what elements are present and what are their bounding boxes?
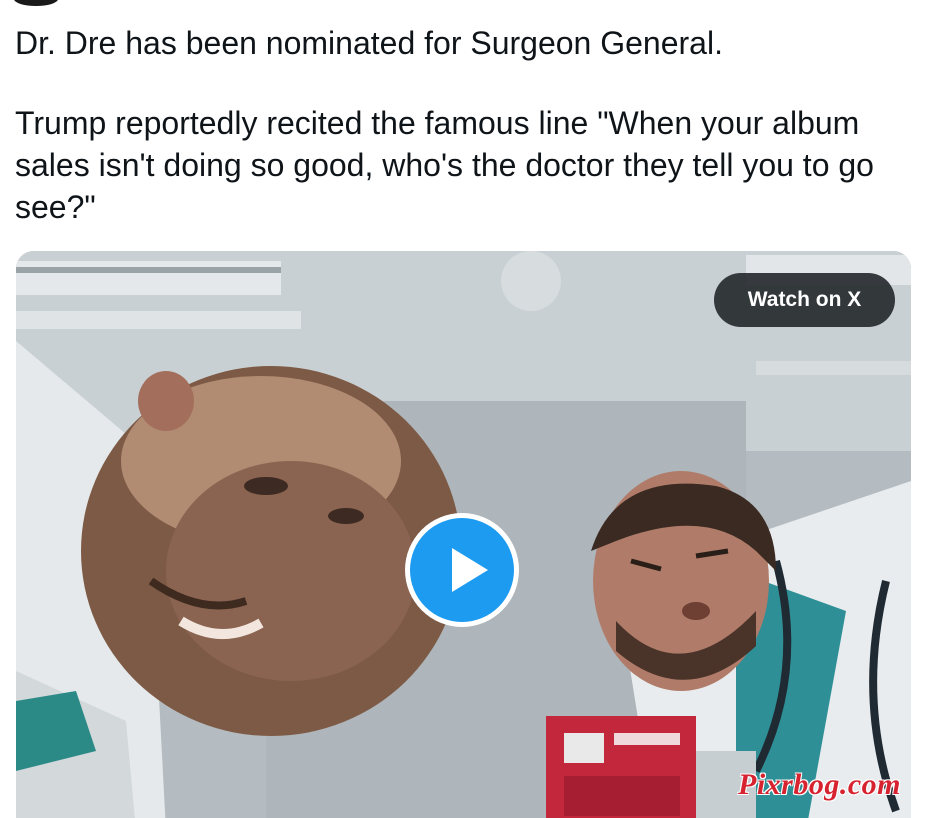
tweet-text-line-1: Dr. Dre has been nominated for Surgeon G…: [15, 25, 723, 61]
play-icon: [452, 548, 488, 592]
avatar-edge: [14, 0, 58, 6]
watch-on-x-button[interactable]: Watch on X: [714, 273, 895, 327]
tweet-text-line-2: Trump reportedly recited the famous line…: [15, 105, 874, 225]
video-card[interactable]: Watch on X Pixrbog.com: [16, 251, 911, 818]
play-button[interactable]: [405, 513, 519, 627]
watermark: Pixrbog.com: [738, 768, 901, 801]
tweet-text: Dr. Dre has been nominated for Surgeon G…: [15, 22, 915, 228]
play-button-fill: [410, 518, 514, 622]
